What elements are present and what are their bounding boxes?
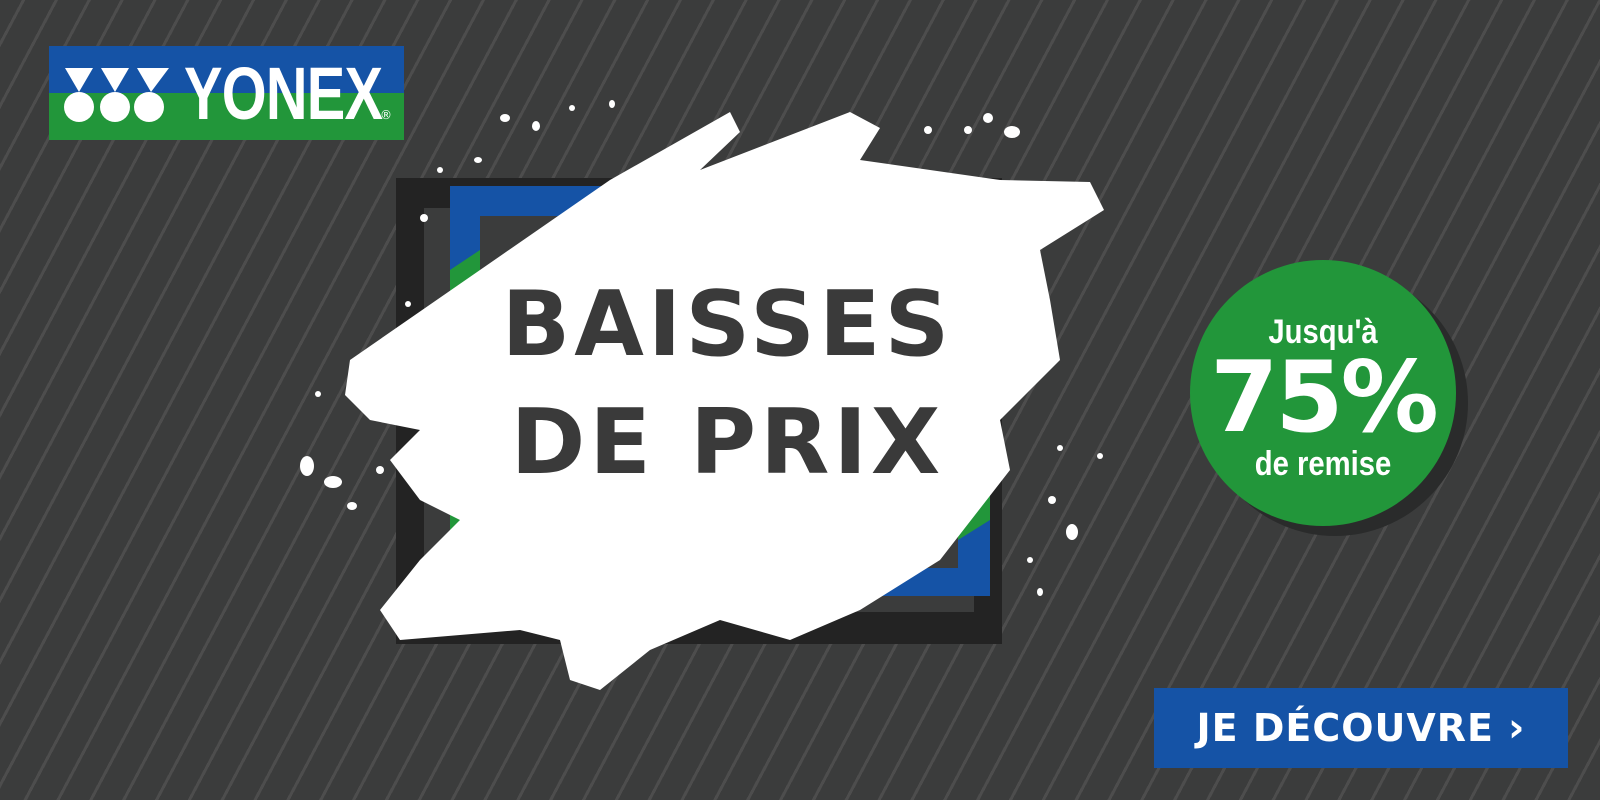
discount-badge: Jusqu'à 75% de remise bbox=[1190, 260, 1456, 526]
badge-value: 75% bbox=[1210, 341, 1439, 455]
promo-banner: YONEX ® BAISSES DE PRIX Jusqu'à 75% de r… bbox=[0, 0, 1600, 800]
chevron-right-icon: › bbox=[1508, 705, 1526, 751]
headline-line-2: DE PRIX bbox=[510, 390, 945, 495]
headline: BAISSES DE PRIX bbox=[470, 266, 985, 502]
badge-suffix: de remise bbox=[1254, 445, 1392, 483]
headline-line-1: BAISSES bbox=[501, 272, 954, 377]
discover-button-label: JE DÉCOUVRE bbox=[1196, 706, 1495, 750]
discover-button[interactable]: JE DÉCOUVRE › bbox=[1154, 688, 1568, 768]
